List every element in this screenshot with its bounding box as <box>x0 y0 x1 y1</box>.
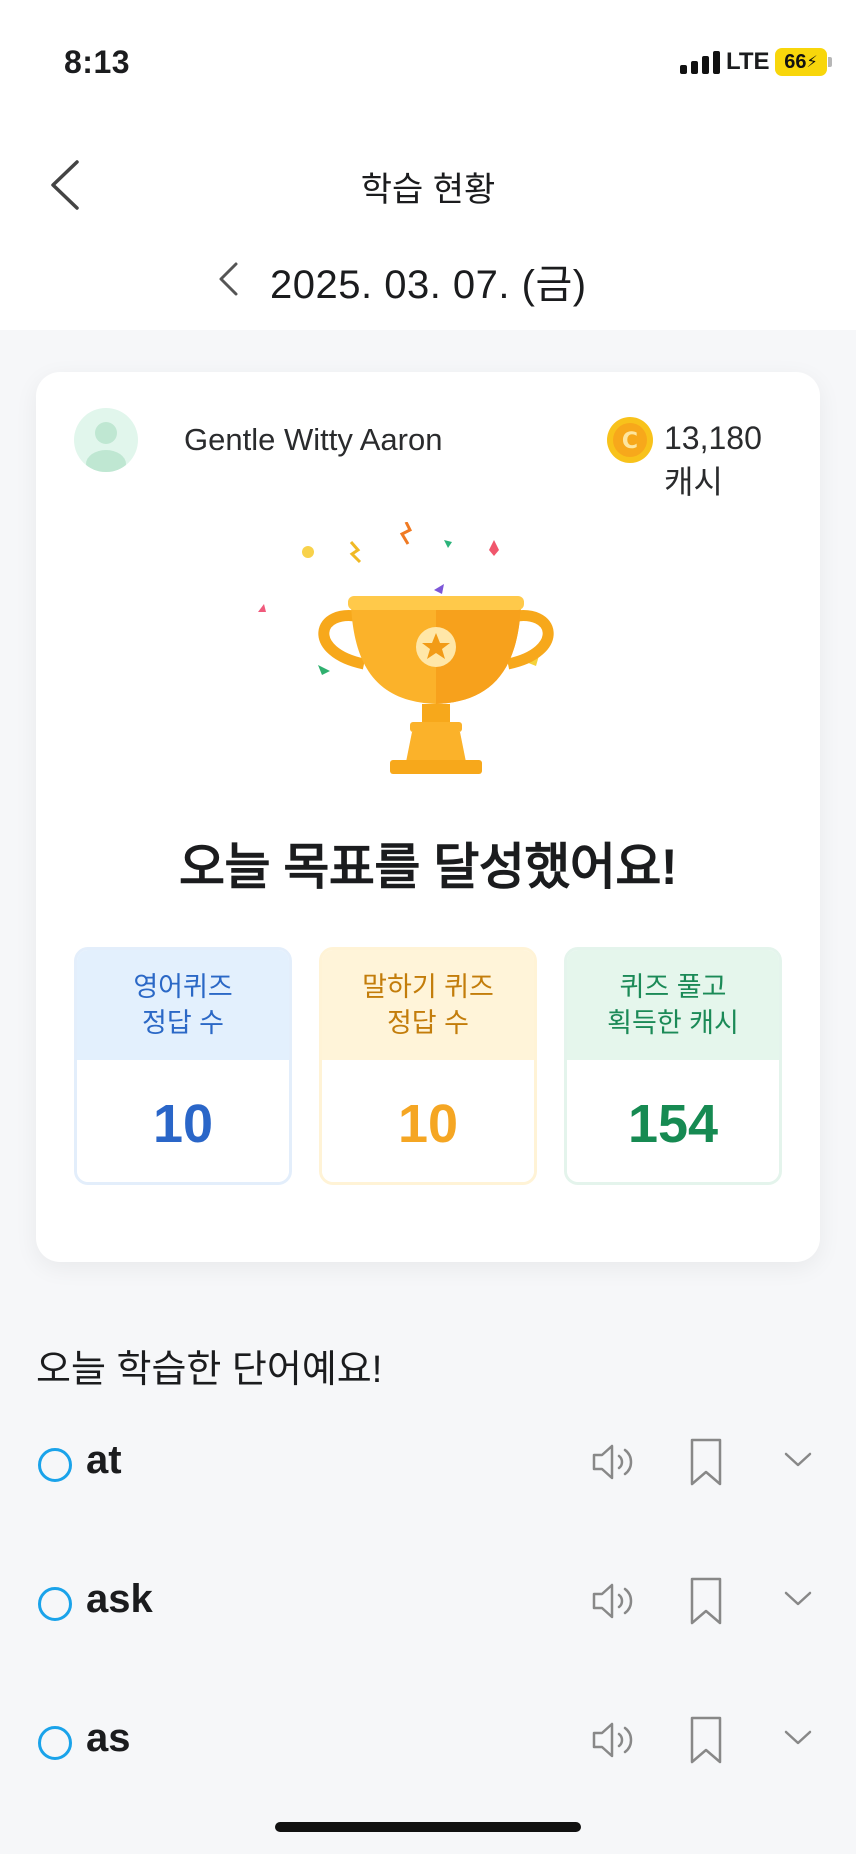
chevron-down-icon[interactable] <box>776 1577 820 1621</box>
date-text: 2025. 03. 07. (금) <box>270 263 587 307</box>
user-row: Gentle Witty Aaron C 13,180캐시 <box>74 408 782 500</box>
stat-english-quiz: 영어퀴즈 정답 수 10 <box>74 947 292 1185</box>
goal-title: 오늘 목표를 달성했어요! <box>179 839 677 895</box>
word-text: at <box>86 1438 122 1482</box>
stat-value: 154 <box>567 1060 779 1182</box>
stat-earned-cash: 퀴즈 풀고 획득한 캐시 154 <box>564 947 782 1185</box>
word-check-circle[interactable] <box>38 1587 72 1621</box>
word-row: at <box>0 1414 856 1514</box>
battery-icon: 66 ⚡ <box>775 48 827 76</box>
prev-date-button[interactable] <box>208 254 248 304</box>
word-text: ask <box>86 1577 153 1621</box>
home-indicator <box>275 1822 581 1832</box>
speaker-icon[interactable] <box>588 1714 640 1766</box>
chevron-down-icon[interactable] <box>776 1716 820 1760</box>
stat-value: 10 <box>322 1060 534 1182</box>
header: 학습 현황 2025. 03. 07. (금) <box>0 120 856 330</box>
svg-text:C: C <box>622 429 638 454</box>
bookmark-icon[interactable] <box>684 1436 728 1488</box>
battery-tip <box>828 57 832 67</box>
status-time: 8:13 <box>64 44 131 80</box>
bookmark-icon[interactable] <box>684 1714 728 1766</box>
words-section: 오늘 학습한 단어예요! at ask as <box>0 1300 856 1854</box>
page-title: 학습 현황 <box>360 171 496 209</box>
words-title: 오늘 학습한 단어예요! <box>36 1349 383 1391</box>
stat-label: 영어퀴즈 정답 수 <box>77 950 289 1060</box>
trophy-icon <box>258 522 554 774</box>
avatar-icon <box>74 408 138 472</box>
word-row: ask <box>0 1553 856 1653</box>
signal-icon <box>680 50 720 74</box>
word-row: as <box>0 1692 856 1792</box>
network-label: LTE <box>726 48 770 75</box>
coin-icon: C <box>607 417 653 463</box>
stat-label: 퀴즈 풀고 획득한 캐시 <box>567 950 779 1060</box>
speaker-icon[interactable] <box>588 1436 640 1488</box>
word-check-circle[interactable] <box>38 1726 72 1760</box>
achievement-card: Gentle Witty Aaron C 13,180캐시 오늘 목표를 달성했… <box>36 372 820 1262</box>
user-name: Gentle Witty Aaron <box>184 422 443 457</box>
prev-date-chevron-icon <box>219 262 238 296</box>
stat-label: 말하기 퀴즈 정답 수 <box>322 950 534 1060</box>
cash-amount: 13,180캐시 <box>664 420 762 500</box>
stat-speaking-quiz: 말하기 퀴즈 정답 수 10 <box>319 947 537 1185</box>
bookmark-icon[interactable] <box>684 1575 728 1627</box>
battery-level: 66 <box>784 50 807 73</box>
chevron-down-icon[interactable] <box>776 1438 820 1482</box>
date-selector: 2025. 03. 07. (금) <box>0 240 856 320</box>
word-text: as <box>86 1716 131 1760</box>
word-check-circle[interactable] <box>38 1448 72 1482</box>
stat-value: 10 <box>77 1060 289 1182</box>
status-bar: 8:13 LTE 66 ⚡ <box>0 0 856 120</box>
speaker-icon[interactable] <box>588 1575 640 1627</box>
page: 8:13 LTE 66 ⚡ 학습 현황 2025. 03. 07. (금) Ge… <box>0 0 856 1854</box>
